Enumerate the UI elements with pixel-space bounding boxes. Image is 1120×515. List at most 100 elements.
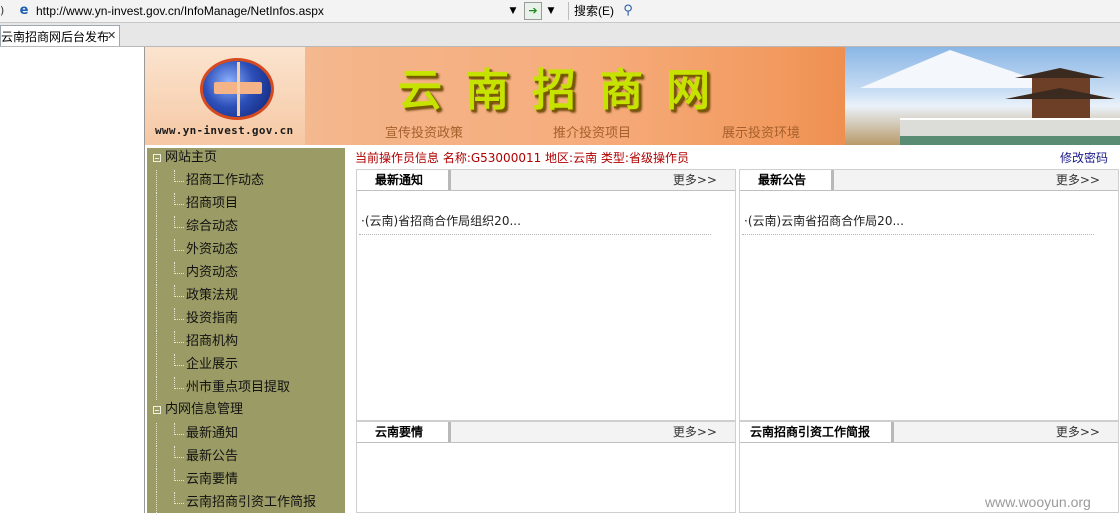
sidebar-item-label: 企业展示 <box>186 357 239 372</box>
sidebar-item[interactable]: 云南要情 <box>147 469 345 492</box>
sidebar-item[interactable]: 招商机构 <box>147 331 345 354</box>
panel-header: 云南要情 更多>> <box>357 422 735 443</box>
list-item[interactable]: ·(云南)云南省招商合作局20... <box>744 214 904 228</box>
go-button[interactable]: ➔ <box>524 2 542 20</box>
sidebar-item[interactable]: 投资指南 <box>147 308 345 331</box>
site-title: 云南招商网 <box>398 65 733 116</box>
tab-title: 云南招商网后台发布 <box>1 30 110 44</box>
tree-connector <box>156 354 158 377</box>
sidebar-menu: 网站主页 招商工作动态 招商项目 综合动态 外资动态 内资动态 政策法规 投资指… <box>147 148 345 515</box>
panel-header: 最新通知 更多>> <box>357 170 735 191</box>
tree-connector <box>174 227 184 229</box>
panel-latest-announcement: 最新公告 更多>> ·(云南)云南省招商合作局20... <box>739 169 1119 421</box>
banner-subtitle-3: 展示投资环境 <box>722 126 801 141</box>
sidebar-group-site-home[interactable]: 网站主页 <box>147 148 345 171</box>
tree-connector <box>156 469 158 492</box>
panel-tab: 最新公告 <box>740 170 834 190</box>
panel-title: 最新公告 <box>758 173 807 187</box>
tree-connector <box>156 492 158 515</box>
tree-connector <box>174 457 184 459</box>
sidebar-item[interactable]: 外资动态 <box>147 239 345 262</box>
water-shape <box>900 136 1120 145</box>
more-link[interactable]: 更多>> <box>673 424 717 440</box>
sidebar-item-label: 云南要情 <box>186 472 239 487</box>
browser-tab[interactable]: 云南招商网后台发布 ✕ <box>0 25 120 46</box>
sidebar-item-label: 招商工作动态 <box>186 173 265 188</box>
sidebar-group-intranet[interactable]: 内网信息管理 <box>147 400 345 423</box>
panel-header: 云南招商引资工作简报 更多>> <box>740 422 1118 443</box>
tree-connector <box>156 216 158 239</box>
sidebar-item-label: 内资动态 <box>186 265 239 280</box>
sidebar-item-label: 州市重点项目提取 <box>186 380 291 395</box>
tree-connector <box>156 170 158 193</box>
tree-connector <box>156 446 158 469</box>
sidebar-item[interactable]: 招商项目 <box>147 193 345 216</box>
search-icon[interactable]: ⚲ <box>620 3 636 19</box>
pagoda-shape <box>1032 78 1090 122</box>
chevron-down-icon[interactable]: ▼ <box>544 4 558 18</box>
watermark: www.wooyun.org <box>985 494 1091 510</box>
tree-connector <box>156 377 158 400</box>
tree-connector <box>156 285 158 308</box>
tree-connector <box>174 342 184 344</box>
tree-connector <box>174 388 184 390</box>
back-partial-icon[interactable]: ) <box>0 4 10 18</box>
panel-yunnan-news: 云南要情 更多>> <box>356 421 736 513</box>
panel-tab: 云南要情 <box>357 422 451 442</box>
more-link[interactable]: 更多>> <box>1056 424 1100 440</box>
sidebar-item[interactable]: 云南招商引资工作简报 <box>147 492 345 515</box>
more-link[interactable]: 更多>> <box>673 172 717 188</box>
sidebar-item[interactable]: 最新公告 <box>147 446 345 469</box>
change-password-link[interactable]: 修改密码 <box>1060 150 1108 166</box>
sidebar-item-label: 云南招商引资工作简报 <box>186 495 317 510</box>
site-url-label: www.yn-invest.gov.cn <box>155 124 294 137</box>
tab-bar <box>0 23 1120 47</box>
tree-connector <box>174 296 184 298</box>
tree-connector <box>174 480 184 482</box>
url-field[interactable]: http://www.yn-invest.gov.cn/InfoManage/N… <box>36 4 324 18</box>
tree-connector <box>156 308 158 331</box>
divider <box>359 234 711 236</box>
sidebar-item-label: 招商机构 <box>186 334 239 349</box>
panel-title: 最新通知 <box>375 173 424 187</box>
sidebar-item[interactable]: 企业展示 <box>147 354 345 377</box>
sidebar-item[interactable]: 招商工作动态 <box>147 170 345 193</box>
tree-connector <box>156 262 158 285</box>
panel-title: 云南要情 <box>375 425 424 439</box>
banner-subtitle-1: 宣传投资政策 <box>385 126 464 141</box>
sidebar-item-label: 综合动态 <box>186 219 239 234</box>
list-item[interactable]: ·(云南)省招商合作局组织20... <box>361 214 521 228</box>
tree-connector <box>174 434 184 436</box>
tree-connector <box>174 181 184 183</box>
sidebar-item-label: 政策法规 <box>186 288 239 303</box>
tree-connector <box>174 273 184 275</box>
sidebar-item[interactable]: 最新通知 <box>147 423 345 446</box>
sidebar-item-label: 投资指南 <box>186 311 239 326</box>
snow-mountain-shape <box>860 50 1060 88</box>
tree-connector <box>156 423 158 446</box>
sidebar-item-label: 最新公告 <box>186 449 239 464</box>
tree-connector <box>174 204 184 206</box>
operator-info: 当前操作员信息 名称:G53000011 地区:云南 类型:省级操作员 <box>355 151 689 165</box>
sidebar-item[interactable]: 内资动态 <box>147 262 345 285</box>
tree-connector <box>174 365 184 367</box>
panel-latest-notice: 最新通知 更多>> ·(云南)省招商合作局组织20... <box>356 169 736 421</box>
collapse-minus-icon[interactable] <box>153 154 161 162</box>
close-icon[interactable]: ✕ <box>107 29 119 43</box>
sidebar-item[interactable]: 州市重点项目提取 <box>147 377 345 400</box>
chevron-down-icon[interactable]: ▼ <box>506 4 520 18</box>
sidebar-item[interactable]: 政策法规 <box>147 285 345 308</box>
collapse-minus-icon[interactable] <box>153 406 161 414</box>
tree-connector <box>156 331 158 354</box>
banner-subtitle-2: 推介投资项目 <box>553 126 632 141</box>
tree-connector <box>174 319 184 321</box>
sidebar-group-label: 网站主页 <box>165 150 218 165</box>
sidebar-item[interactable]: 综合动态 <box>147 216 345 239</box>
search-label[interactable]: 搜索(E) <box>574 4 614 18</box>
sidebar-item-label: 最新通知 <box>186 426 239 441</box>
more-link[interactable]: 更多>> <box>1056 172 1100 188</box>
tree-connector <box>156 193 158 216</box>
divider <box>742 234 1094 236</box>
tree-connector <box>174 503 184 505</box>
panel-header: 最新公告 更多>> <box>740 170 1118 191</box>
